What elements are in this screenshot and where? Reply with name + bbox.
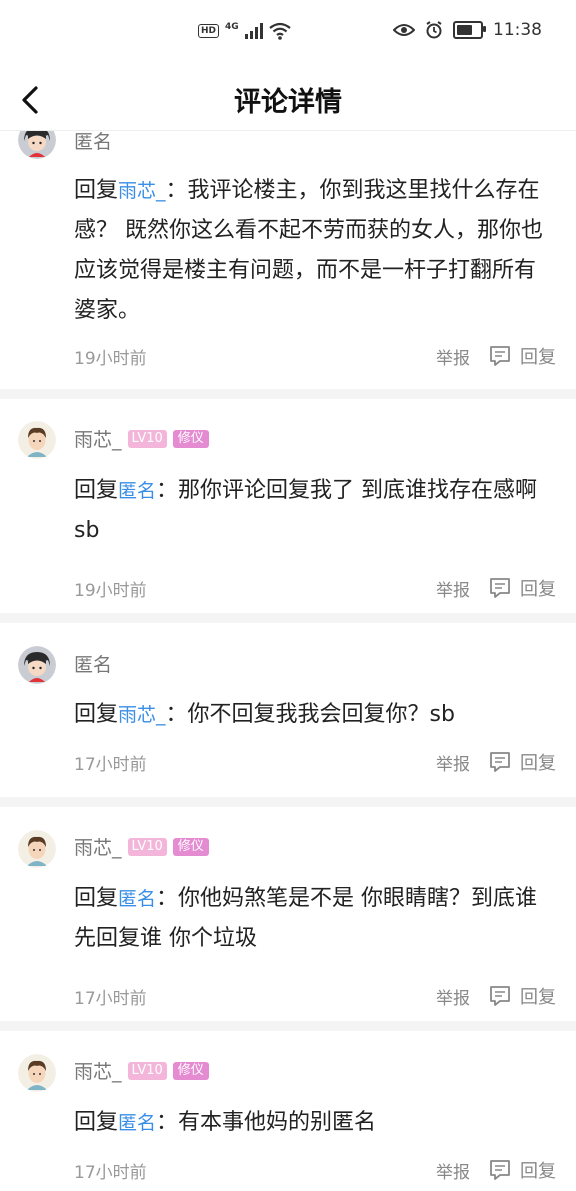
reply-button[interactable]: 回复 [488, 343, 556, 369]
comment-icon [490, 986, 510, 1006]
reply-label: 回复 [520, 579, 556, 600]
author-row: 雨芯_ LV10 修仪 [74, 1057, 209, 1084]
boy-avatar[interactable] [18, 830, 56, 868]
reply-button[interactable]: 回复 [488, 575, 556, 601]
reply-button[interactable]: 回复 [488, 983, 556, 1009]
reply-label: 回复 [520, 347, 556, 368]
comment-footer: 17小时前 举报 回复 [74, 983, 556, 1009]
comment-body: 有本事他妈的别匿名 [178, 1110, 377, 1135]
author-row: 雨芯_ LV10 修仪 [74, 425, 209, 452]
comment-icon [490, 578, 510, 598]
alarm-icon [426, 21, 442, 39]
comment-footer: 17小时前 举报 回复 [74, 1157, 556, 1183]
comment-text: 回复雨芯_：我评论楼主，你到我这里找什么存在感？ 既然你这么看不起不劳而获的女人… [74, 171, 554, 331]
comment-item[interactable]: 匿名 回复雨芯_：你不回复我我会回复你？sb 17小时前 举报 回复 [0, 623, 576, 807]
author-name[interactable]: 雨芯_ [74, 425, 122, 452]
boy-avatar[interactable] [18, 1054, 56, 1092]
eye-icon [393, 24, 415, 36]
report-button[interactable]: 举报 [436, 750, 470, 775]
reply-separator: ： [156, 886, 179, 911]
reply-prefix: 回复 [74, 702, 119, 727]
author-name[interactable]: 匿名 [74, 131, 112, 154]
comment-body: 你不回复我我会回复你？sb [187, 702, 455, 727]
timestamp: 17小时前 [74, 754, 147, 775]
comment-item[interactable]: 雨芯_ LV10 修仪回复匿名：那你评论回复我了 到底谁找存在感啊 sb 19小时前 举… [0, 399, 576, 623]
signal-indicators: HD 4G [198, 22, 291, 40]
title-badge: 修仪 [172, 1061, 209, 1080]
report-button[interactable]: 举报 [436, 984, 470, 1009]
anon-avatar[interactable] [18, 646, 56, 684]
comment-item[interactable]: 雨芯_ LV10 修仪 回复匿名：有本事他妈的别匿名 17小时前 举报 回复 [0, 1031, 576, 1191]
signal-icon [244, 23, 263, 39]
reply-prefix: 回复 [74, 886, 119, 911]
title-badge: 修仪 [172, 837, 209, 856]
comment-text: 回复匿名：那你评论回复我了 到底谁找存在感啊 sb [74, 471, 554, 551]
timestamp: 19小时前 [74, 348, 147, 369]
comment-text: 回复雨芯_：你不回复我我会回复你？sb [74, 695, 554, 735]
reply-label: 回复 [520, 1161, 556, 1182]
author-row: 匿名 [74, 131, 112, 154]
comment-icon [490, 1160, 510, 1180]
reply-button[interactable]: 回复 [488, 749, 556, 775]
anon-avatar[interactable] [18, 131, 56, 159]
clock: 11:38 [493, 20, 542, 40]
reply-label: 回复 [520, 987, 556, 1008]
title-badge: 修仪 [172, 429, 209, 448]
comment-item[interactable]: 匿名回复雨芯_：我评论楼主，你到我这里找什么存在感？ 既然你这么看不起不劳而获的… [0, 131, 576, 399]
comment-text: 回复匿名：你他妈煞笔是不是 你眼睛瞎？到底谁先回复谁 你个垃圾 [74, 879, 554, 959]
network-label: 4G [225, 22, 239, 32]
reply-to-link[interactable]: 雨芯_ [118, 704, 166, 726]
timestamp: 17小时前 [74, 1162, 147, 1183]
author-name[interactable]: 雨芯_ [74, 833, 122, 860]
status-bar: HD 4G 11:38 [0, 0, 576, 66]
comment-footer: 17小时前 举报 回复 [74, 749, 556, 775]
comment-item[interactable]: 雨芯_ LV10 修仪回复匿名：你他妈煞笔是不是 你眼睛瞎？到底谁先回复谁 你个垃圾… [0, 807, 576, 1031]
reply-to-link[interactable]: 匿名 [118, 480, 156, 502]
author-name[interactable]: 雨芯_ [74, 1057, 122, 1084]
reply-separator: ： [165, 702, 188, 727]
reply-label: 回复 [520, 753, 556, 774]
reply-prefix: 回复 [74, 478, 119, 503]
reply-prefix: 回复 [74, 178, 119, 203]
level-badge: LV10 [127, 429, 167, 448]
report-button[interactable]: 举报 [436, 576, 470, 601]
timestamp: 17小时前 [74, 988, 147, 1009]
reply-prefix: 回复 [74, 1110, 119, 1135]
system-indicators: 11:38 [393, 20, 542, 40]
boy-avatar[interactable] [18, 421, 56, 459]
reply-separator: ： [156, 478, 179, 503]
comment-icon [490, 346, 510, 366]
reply-to-link[interactable]: 雨芯_ [118, 180, 166, 202]
page-title: 评论详情 [234, 87, 342, 118]
author-row: 匿名 [74, 650, 112, 677]
reply-to-link[interactable]: 匿名 [118, 1112, 156, 1134]
level-badge: LV10 [127, 1061, 167, 1080]
report-button[interactable]: 举报 [436, 344, 470, 369]
wifi-icon [268, 22, 291, 40]
comment-list[interactable]: 匿名回复雨芯_：我评论楼主，你到我这里找什么存在感？ 既然你这么看不起不劳而获的… [0, 131, 576, 1191]
hd-icon: HD [198, 24, 220, 38]
nav-bar: 评论详情 [0, 66, 576, 131]
reply-separator: ： [165, 178, 188, 203]
battery-icon [453, 21, 486, 39]
comment-text: 回复匿名：有本事他妈的别匿名 [74, 1103, 554, 1143]
comment-footer: 19小时前 举报 回复 [74, 343, 556, 369]
reply-button[interactable]: 回复 [488, 1157, 556, 1183]
level-badge: LV10 [127, 837, 167, 856]
reply-separator: ： [156, 1110, 179, 1135]
comment-icon [490, 752, 510, 772]
author-name[interactable]: 匿名 [74, 650, 112, 677]
author-row: 雨芯_ LV10 修仪 [74, 833, 209, 860]
timestamp: 19小时前 [74, 580, 147, 601]
comment-footer: 19小时前 举报 回复 [74, 575, 556, 601]
report-button[interactable]: 举报 [436, 1158, 470, 1183]
reply-to-link[interactable]: 匿名 [118, 888, 156, 910]
